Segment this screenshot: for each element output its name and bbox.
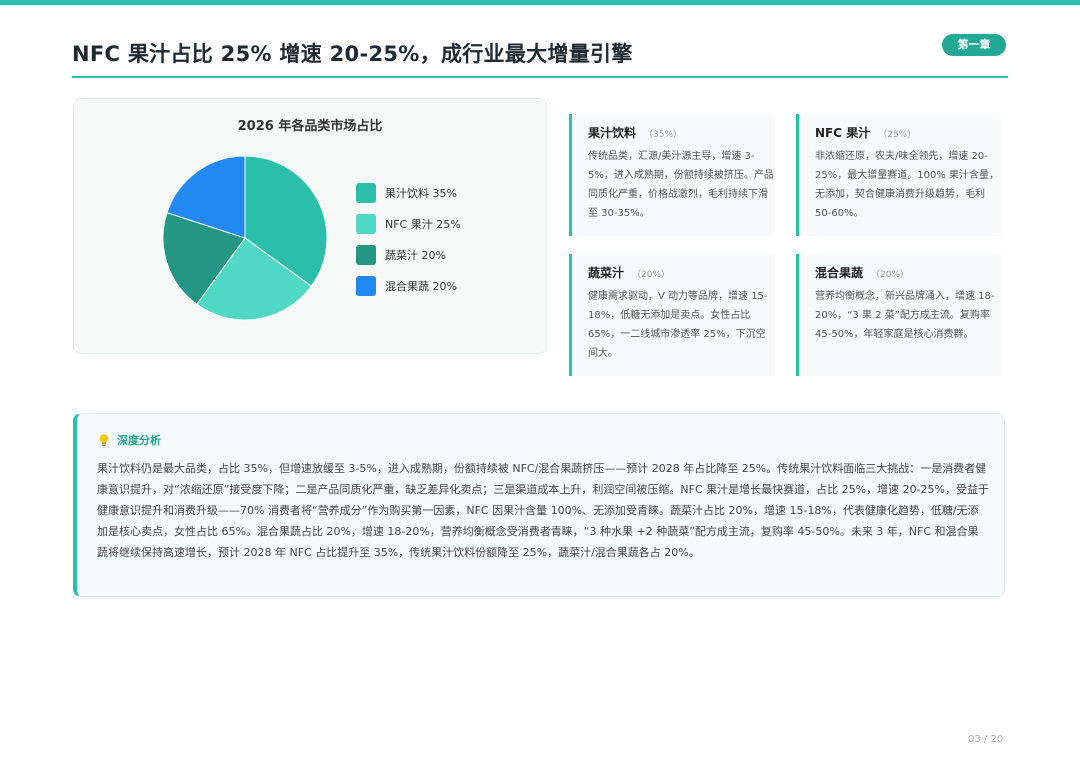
- card-title: 果汁饮料: [588, 126, 637, 140]
- analysis-text: 果汁饮料仍是最大品类，占比 35%，但增速放缓至 3-5%，进入成熟期，份额持续…: [97, 462, 989, 559]
- legend-label: NFC 果汁 25%: [385, 218, 461, 231]
- legend-item-vegetable-juice[interactable]: 蔬菜汁 20%: [356, 245, 461, 265]
- analysis-title: 深度分析: [117, 434, 161, 447]
- card-share: （20%）: [632, 270, 671, 280]
- legend-label: 蔬菜汁 20%: [385, 249, 446, 262]
- legend-label: 混合果蔬 20%: [385, 280, 457, 293]
- card-description: 健康需求驱动，V 动力等品牌，增速 15-18%，低糖无添加是卖点。女性占比 6…: [588, 291, 768, 359]
- card-description: 传统品类，汇源/美汁源主导，增速 3-5%，进入成熟期，份额持续被挤压。产品同质…: [588, 151, 774, 219]
- chapter-badge[interactable]: 第一章: [942, 34, 1006, 56]
- category-card-juice-drink: 果汁饮料 （35%） 传统品类，汇源/美汁源主导，增速 3-5%，进入成熟期，份…: [569, 114, 775, 236]
- card-title: 混合果蔬: [815, 266, 864, 280]
- card-share: （35%）: [644, 130, 683, 140]
- category-card-mixed-fruit-veg: 混合果蔬 （20%） 营养均衡概念，新兴品牌涌入，增速 18-20%，“3 果 …: [796, 254, 1002, 376]
- pie-chart-card: 2026 年各品类市场占比 果汁饮料 35% NFC 果汁 25% 蔬菜汁 20…: [73, 98, 547, 354]
- card-share: （20%）: [871, 270, 910, 280]
- legend-item-mixed-fruit-veg[interactable]: 混合果蔬 20%: [356, 276, 461, 296]
- card-title: 蔬菜汁: [588, 266, 625, 280]
- category-card-nfc-juice: NFC 果汁 （25%） 非浓缩还原，农夫/味全领先，增速 20-25%，最大增…: [796, 114, 1002, 236]
- legend-swatch: [356, 183, 376, 203]
- legend-item-nfc-juice[interactable]: NFC 果汁 25%: [356, 214, 461, 234]
- legend-label: 果汁饮料 35%: [385, 187, 457, 200]
- chart-title: 2026 年各品类市场占比: [237, 119, 383, 134]
- legend-swatch: [356, 214, 376, 234]
- card-description: 非浓缩还原，农夫/味全领先，增速 20-25%，最大增量赛道。100% 果汁含量…: [815, 151, 999, 219]
- pie-chart: [162, 155, 328, 321]
- deep-analysis-panel: 深度分析 果汁饮料仍是最大品类，占比 35%，但增速放缓至 3-5%，进入成熟期…: [73, 413, 1005, 597]
- card-share: （25%）: [878, 130, 917, 140]
- chart-legend: 果汁饮料 35% NFC 果汁 25% 蔬菜汁 20% 混合果蔬 20%: [356, 183, 461, 307]
- page-number: 03 / 20: [968, 734, 1004, 745]
- bulb-icon: [99, 434, 109, 446]
- page-title: NFC 果汁占比 25% 增速 20-25%，成行业最大增量引擎: [72, 42, 633, 66]
- legend-swatch: [356, 276, 376, 296]
- legend-swatch: [356, 245, 376, 265]
- card-description: 营养均衡概念，新兴品牌涌入，增速 18-20%，“3 果 2 菜”配方成主流。复…: [815, 291, 995, 340]
- top-accent-bar: [0, 0, 1080, 5]
- title-divider: [72, 76, 1008, 78]
- legend-item-juice-drink[interactable]: 果汁饮料 35%: [356, 183, 461, 203]
- card-title: NFC 果汁: [815, 126, 871, 140]
- category-card-vegetable-juice: 蔬菜汁 （20%） 健康需求驱动，V 动力等品牌，增速 15-18%，低糖无添加…: [569, 254, 775, 376]
